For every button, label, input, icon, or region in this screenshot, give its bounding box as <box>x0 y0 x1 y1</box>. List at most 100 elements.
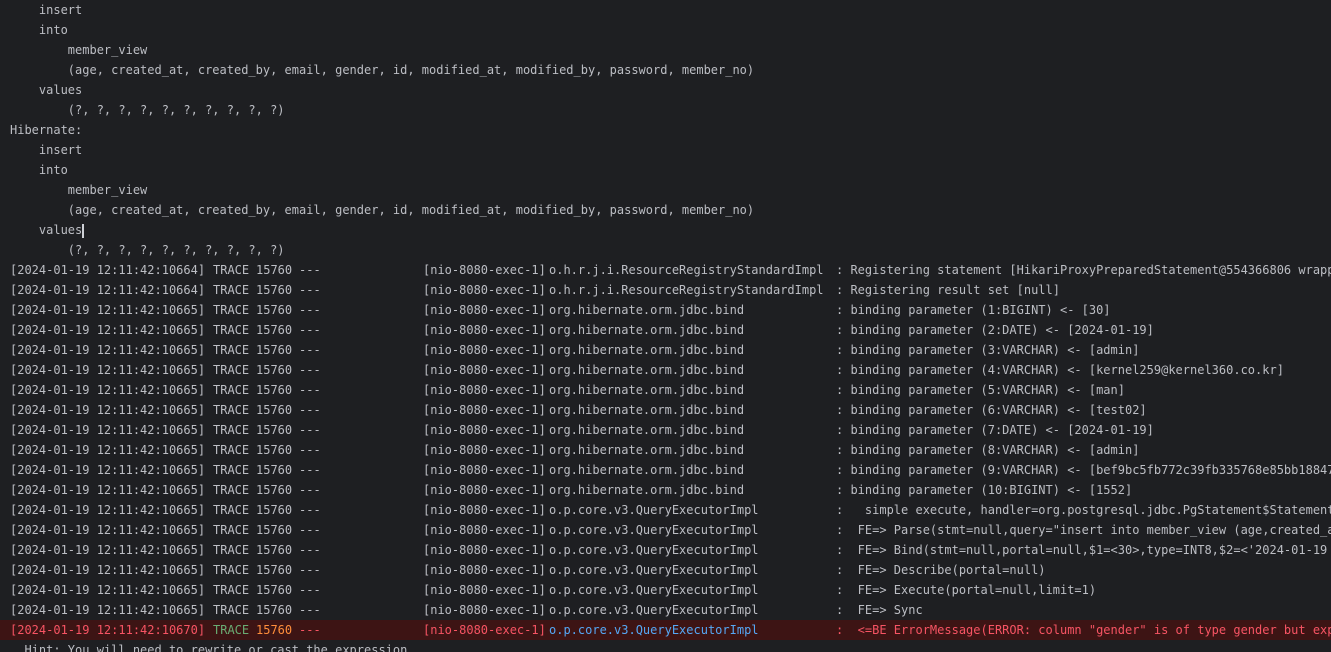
sql-line: Hibernate: <box>0 120 1331 140</box>
log-thread: [nio-8080-exec-1] <box>423 303 546 317</box>
sql-line: (?, ?, ?, ?, ?, ?, ?, ?, ?, ?) <box>0 240 1331 260</box>
log-message: : Registering result set [null] <box>836 283 1060 297</box>
log-logger: org.hibernate.orm.jdbc.bind <box>549 463 745 477</box>
log-logger: o.p.core.v3.QueryExecutorImpl <box>549 523 759 537</box>
log-logger: org.hibernate.orm.jdbc.bind <box>549 443 745 457</box>
text-cursor <box>82 223 85 238</box>
log-level: TRACE <box>213 263 250 277</box>
log-level: TRACE <box>213 283 250 297</box>
log-separator: --- <box>299 503 321 517</box>
sql-line-text: into <box>10 163 68 177</box>
log-line: [2024-01-19 12:11:42:10665] TRACE 15760 ---… <box>0 440 1331 460</box>
log-line: [2024-01-19 12:11:42:10665] TRACE 15760 ---… <box>0 540 1331 560</box>
log-timestamp: [2024-01-19 12:11:42:10665] <box>10 403 206 417</box>
log-message: : FE=> Sync <box>836 603 923 617</box>
log-message: : FE=> Bind(stmt=null,portal=null,$1=<30… <box>836 543 1331 557</box>
sql-line: (age, created_at, created_by, email, gen… <box>0 60 1331 80</box>
sql-line-text: member_view <box>10 43 148 57</box>
sql-line: values <box>0 220 1331 240</box>
sql-line-text: into <box>10 23 68 37</box>
log-message: : binding parameter (1:BIGINT) <- [30] <box>836 303 1111 317</box>
log-pid: 15760 <box>256 323 293 337</box>
log-timestamp: [2024-01-19 12:11:42:10665] <box>10 483 206 497</box>
log-logger: org.hibernate.orm.jdbc.bind <box>549 303 745 317</box>
hint-line: Hint: You will need to rewrite or cast t… <box>10 643 415 652</box>
log-timestamp: [2024-01-19 12:11:42:10664] <box>10 263 206 277</box>
log-line: [2024-01-19 12:11:42:10664] TRACE 15760 ---… <box>0 260 1331 280</box>
log-level: TRACE <box>213 503 250 517</box>
log-thread: [nio-8080-exec-1] <box>423 503 546 517</box>
log-message: : FE=> Parse(stmt=null,query="insert int… <box>836 523 1331 537</box>
log-separator: --- <box>299 483 321 497</box>
log-thread: [nio-8080-exec-1] <box>423 603 546 617</box>
log-separator: --- <box>299 543 321 557</box>
log-logger: o.p.core.v3.QueryExecutorImpl <box>549 543 759 557</box>
sql-line: member_view <box>0 180 1331 200</box>
log-pid: 15760 <box>256 443 293 457</box>
log-message: : binding parameter (4:VARCHAR) <- [kern… <box>836 363 1284 377</box>
log-separator: --- <box>299 603 321 617</box>
log-separator: --- <box>299 623 321 637</box>
log-message: : binding parameter (3:VARCHAR) <- [admi… <box>836 343 1140 357</box>
log-thread: [nio-8080-exec-1] <box>423 543 546 557</box>
log-level: TRACE <box>213 323 250 337</box>
log-thread: [nio-8080-exec-1] <box>423 443 546 457</box>
log-logger: org.hibernate.orm.jdbc.bind <box>549 483 745 497</box>
log-line: [2024-01-19 12:11:42:10665] TRACE 15760 ---… <box>0 420 1331 440</box>
log-thread: [nio-8080-exec-1] <box>423 623 546 637</box>
log-timestamp: [2024-01-19 12:11:42:10665] <box>10 343 206 357</box>
log-pid: 15760 <box>256 523 293 537</box>
log-pid: 15760 <box>256 303 293 317</box>
log-thread: [nio-8080-exec-1] <box>423 383 546 397</box>
log-timestamp: [2024-01-19 12:11:42:10665] <box>10 563 206 577</box>
log-separator: --- <box>299 363 321 377</box>
sql-line: insert <box>0 0 1331 20</box>
log-timestamp: [2024-01-19 12:11:42:10665] <box>10 603 206 617</box>
log-thread: [nio-8080-exec-1] <box>423 583 546 597</box>
log-level: TRACE <box>213 443 250 457</box>
log-line-error: [2024-01-19 12:11:42:10670] TRACE 15760 ---… <box>0 620 1331 640</box>
log-pid: 15760 <box>256 483 293 497</box>
log-level: TRACE <box>213 463 250 477</box>
sql-line: into <box>0 160 1331 180</box>
sql-line-text: insert <box>10 143 83 157</box>
log-line: [2024-01-19 12:11:42:10665] TRACE 15760 ---… <box>0 580 1331 600</box>
log-logger: org.hibernate.orm.jdbc.bind <box>549 323 745 337</box>
sql-line-text: values <box>10 83 83 97</box>
log-pid: 15760 <box>256 603 293 617</box>
log-separator: --- <box>299 463 321 477</box>
log-separator: --- <box>299 323 321 337</box>
log-logger: org.hibernate.orm.jdbc.bind <box>549 423 745 437</box>
log-separator: --- <box>299 523 321 537</box>
log-pid: 15760 <box>256 343 293 357</box>
log-level: TRACE <box>213 303 250 317</box>
log-separator: --- <box>299 423 321 437</box>
log-message: : binding parameter (7:DATE) <- [2024-01… <box>836 423 1154 437</box>
log-pid: 15760 <box>256 503 293 517</box>
log-timestamp: [2024-01-19 12:11:42:10665] <box>10 323 206 337</box>
log-line: [2024-01-19 12:11:42:10664] TRACE 15760 ---… <box>0 280 1331 300</box>
log-message: : binding parameter (9:VARCHAR) <- [bef9… <box>836 463 1331 477</box>
log-pid: 15760 <box>256 583 293 597</box>
log-pid: 15760 <box>256 423 293 437</box>
sql-line: values <box>0 80 1331 100</box>
log-line: [2024-01-19 12:11:42:10665] TRACE 15760 ---… <box>0 460 1331 480</box>
log-separator: --- <box>299 343 321 357</box>
sql-line-text: (?, ?, ?, ?, ?, ?, ?, ?, ?, ?) <box>10 103 285 117</box>
log-separator: --- <box>299 283 321 297</box>
log-line: [2024-01-19 12:11:42:10665] TRACE 15760 ---… <box>0 480 1331 500</box>
log-line: [2024-01-19 12:11:42:10665] TRACE 15760 ---… <box>0 600 1331 620</box>
log-timestamp: [2024-01-19 12:11:42:10665] <box>10 543 206 557</box>
console-output[interactable]: insert into member_view (age, created_at… <box>0 0 1331 652</box>
sql-line-text: (age, created_at, created_by, email, gen… <box>10 63 755 77</box>
log-thread: [nio-8080-exec-1] <box>423 483 546 497</box>
log-logger: o.p.core.v3.QueryExecutorImpl <box>549 563 759 577</box>
log-timestamp: [2024-01-19 12:11:42:10670] <box>10 623 206 637</box>
log-line: [2024-01-19 12:11:42:10665] TRACE 15760 ---… <box>0 400 1331 420</box>
sql-line: member_view <box>0 40 1331 60</box>
log-pid: 15760 <box>256 403 293 417</box>
sql-line-text: insert <box>10 3 83 17</box>
log-level: TRACE <box>213 383 250 397</box>
log-level: TRACE <box>213 363 250 377</box>
log-message: : binding parameter (6:VARCHAR) <- [test… <box>836 403 1147 417</box>
